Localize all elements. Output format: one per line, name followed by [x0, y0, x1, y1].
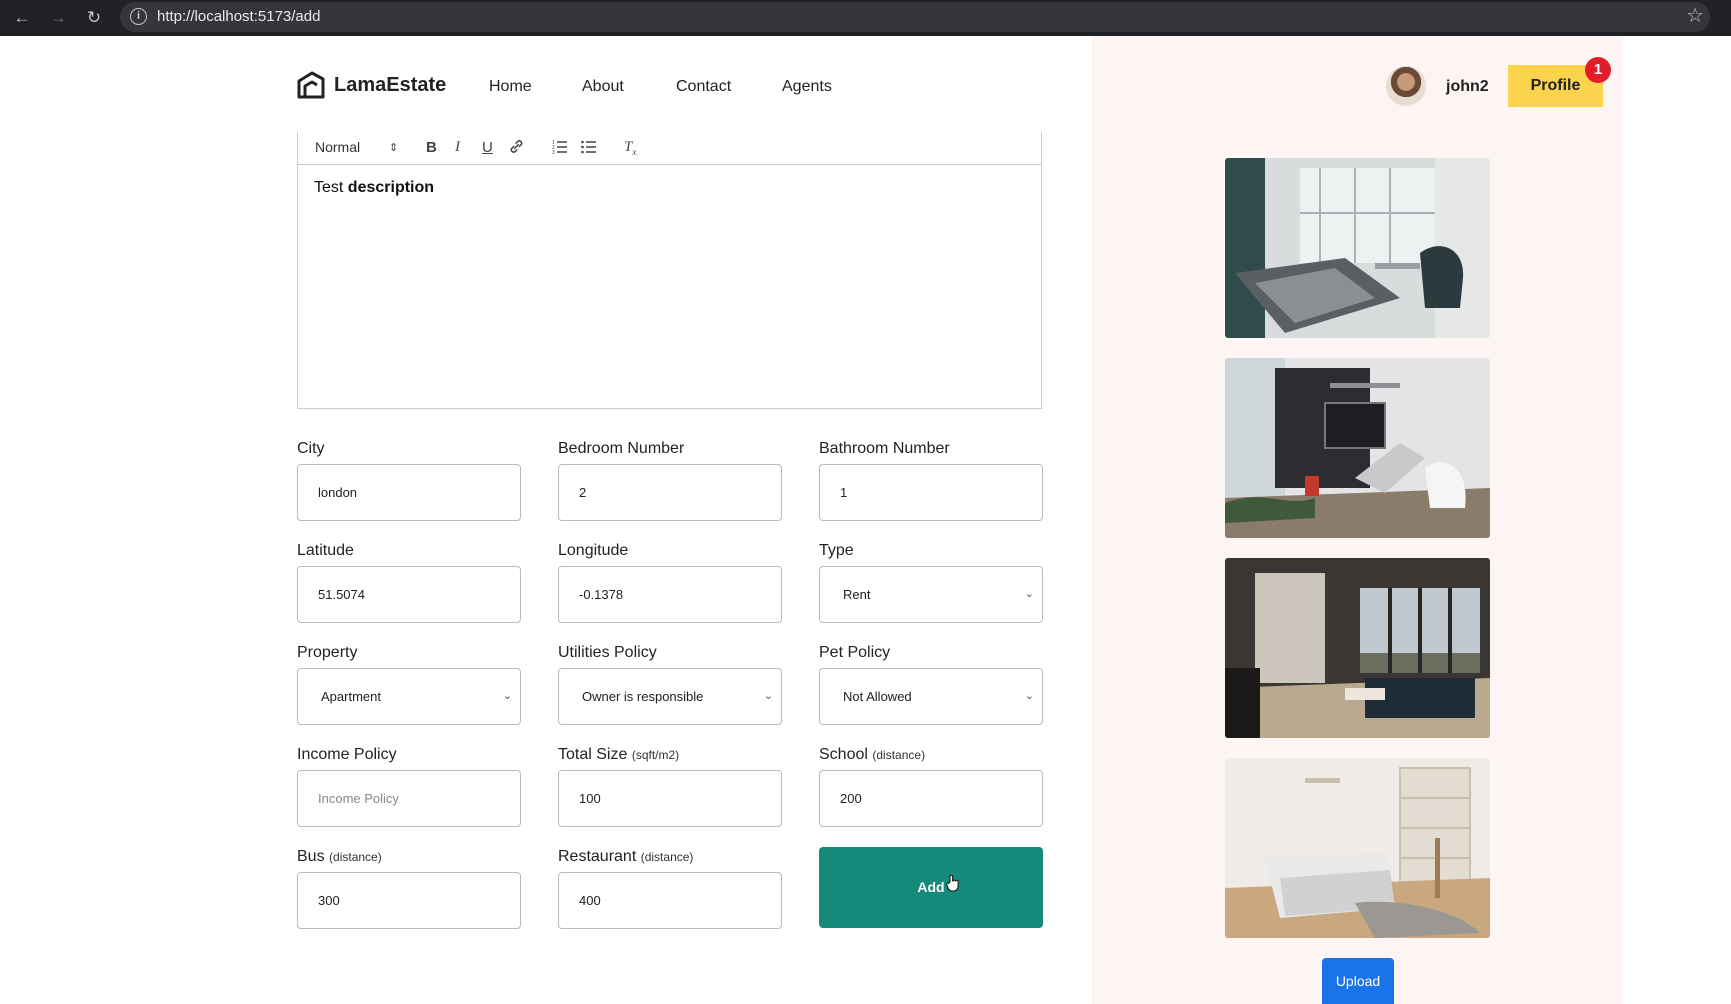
italic-icon[interactable]: I	[455, 139, 460, 156]
size-label-hint: (sqft/m2)	[631, 748, 680, 762]
restaurant-label: Restaurant (distance)	[558, 848, 693, 866]
income-label: Income Policy	[297, 746, 397, 763]
income-input[interactable]: Income Policy	[297, 770, 521, 827]
bus-label-text: Bus	[297, 848, 325, 865]
avatar[interactable]	[1386, 66, 1426, 106]
nav-link-agents[interactable]: Agents	[782, 78, 832, 96]
bus-input[interactable]: 300	[297, 872, 521, 929]
utilities-label: Utilities Policy	[558, 644, 657, 661]
url-text[interactable]: http://localhost:5173/add	[157, 8, 320, 25]
size-input[interactable]: 100	[558, 770, 782, 827]
svg-text:3: 3	[552, 150, 555, 154]
select-arrows-icon[interactable]: ⇕	[389, 141, 398, 154]
property-photo-studio[interactable]	[1225, 758, 1490, 938]
utilities-select-value: Owner is responsible	[582, 689, 704, 704]
notification-badge: 1	[1585, 57, 1611, 83]
ordered-list-icon[interactable]: 123	[552, 139, 568, 158]
size-label: Total Size (sqft/m2)	[558, 746, 679, 764]
school-label-text: School	[819, 746, 868, 763]
nav-link-about[interactable]: About	[582, 78, 624, 96]
pet-label: Pet Policy	[819, 644, 891, 661]
bathroom-label: Bathroom Number	[819, 440, 950, 457]
link-icon[interactable]	[509, 139, 524, 158]
restaurant-input[interactable]: 400	[558, 872, 782, 929]
bold-icon[interactable]: B	[426, 139, 437, 156]
chevron-down-icon: ⌄	[1024, 588, 1034, 600]
star-icon[interactable]: ☆	[1686, 3, 1704, 28]
browser-toolbar: ← → ↻ i http://localhost:5173/add ☆	[0, 0, 1731, 36]
nav-link-contact[interactable]: Contact	[676, 78, 731, 96]
pet-select-value: Not Allowed	[843, 689, 912, 704]
property-select-value: Apartment	[321, 689, 381, 704]
latitude-input[interactable]: 51.5074	[297, 566, 521, 623]
type-label: Type	[819, 542, 854, 559]
upload-button[interactable]: Upload	[1322, 958, 1394, 1004]
property-select[interactable]: Apartment ⌄	[297, 668, 521, 725]
latitude-label: Latitude	[297, 542, 354, 559]
city-input[interactable]: london	[297, 464, 521, 521]
property-photo-living-room[interactable]	[1225, 558, 1490, 738]
bathroom-input[interactable]: 1	[819, 464, 1043, 521]
username: john2	[1446, 78, 1489, 95]
longitude-input[interactable]: -0.1378	[558, 566, 782, 623]
restaurant-label-hint: (distance)	[640, 850, 694, 864]
reload-icon[interactable]: ↻	[80, 4, 108, 32]
hand-cursor-icon	[946, 874, 959, 892]
address-bar[interactable]: i http://localhost:5173/add ☆	[120, 2, 1710, 32]
underline-icon[interactable]: U	[482, 139, 493, 156]
property-label: Property	[297, 644, 358, 661]
bus-label: Bus (distance)	[297, 848, 382, 866]
restaurant-label-text: Restaurant	[558, 848, 637, 865]
editor-text-bold: description	[347, 179, 435, 196]
bullet-list-icon[interactable]	[581, 139, 597, 158]
longitude-label: Longitude	[558, 542, 629, 559]
logo-text: LamaEstate	[334, 73, 447, 96]
bedroom-input[interactable]: 2	[558, 464, 782, 521]
property-photo-bedroom[interactable]	[1225, 158, 1490, 338]
pet-select[interactable]: Not Allowed ⌄	[819, 668, 1043, 725]
add-button[interactable]: Add	[819, 847, 1043, 928]
school-label-hint: (distance)	[872, 748, 926, 762]
clear-format-icon[interactable]: Tx	[624, 139, 636, 157]
nav-link-home[interactable]: Home	[489, 78, 532, 96]
chevron-down-icon: ⌄	[763, 690, 773, 702]
format-select[interactable]: Normal	[315, 139, 360, 155]
school-input[interactable]: 200	[819, 770, 1043, 827]
size-label-text: Total Size	[558, 746, 628, 763]
editor-toolbar: Normal ⇕ B I U 123 Tx	[298, 132, 1041, 165]
arrow-left-icon[interactable]: ←	[8, 4, 36, 32]
chevron-down-icon: ⌄	[1024, 690, 1034, 702]
editor-content[interactable]: Test description	[298, 165, 1041, 211]
type-select[interactable]: Rent ⌄	[819, 566, 1043, 623]
description-editor[interactable]: Normal ⇕ B I U 123 Tx Test description	[297, 132, 1042, 409]
type-select-value: Rent	[843, 587, 871, 602]
chevron-down-icon: ⌄	[502, 690, 512, 702]
arrow-right-icon[interactable]: →	[44, 4, 72, 32]
logo[interactable]: LamaEstate	[296, 70, 446, 100]
editor-text-plain: Test	[314, 179, 348, 196]
property-photo-office[interactable]	[1225, 358, 1490, 538]
bedroom-label: Bedroom Number	[558, 440, 685, 457]
info-icon[interactable]: i	[130, 8, 147, 25]
utilities-select[interactable]: Owner is responsible ⌄	[558, 668, 782, 725]
bus-label-hint: (distance)	[329, 850, 382, 864]
school-label: School (distance)	[819, 746, 925, 764]
house-logo-icon	[297, 71, 325, 99]
city-label: City	[297, 440, 325, 457]
